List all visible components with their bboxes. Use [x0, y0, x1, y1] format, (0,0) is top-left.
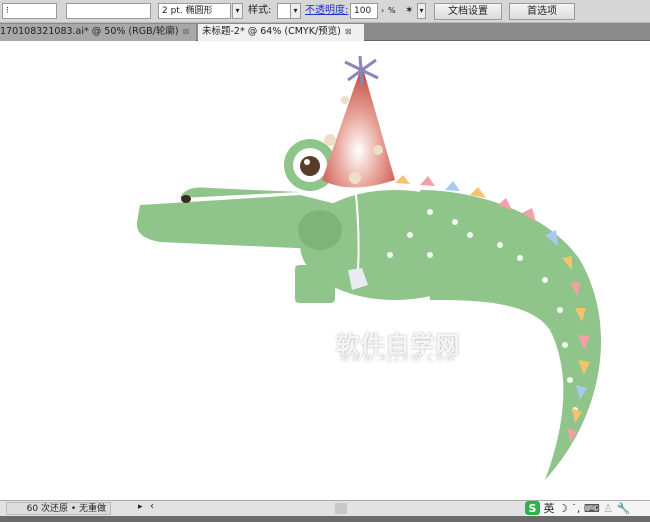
wrench-icon[interactable]: 🔧	[617, 502, 631, 515]
status-bar: 60 次还原 • 无重做 ▸ ‹ S 英 ☽ ˙, ⌨ ♙ 🔧	[0, 500, 650, 516]
ime-language[interactable]: 英	[544, 502, 555, 515]
chevron-down-icon[interactable]: ▾	[417, 3, 426, 19]
keyboard-icon[interactable]: ⌨	[584, 502, 600, 515]
preferences-button[interactable]: 首选项	[509, 3, 575, 20]
control-toolbar: ⁝ 2 pt. 椭圆形 ▾ 样式: ▾ 不透明度: 100 › % ✶ ▾ 文档…	[0, 0, 650, 23]
chevron-down-icon[interactable]: ▾	[290, 3, 301, 19]
close-icon[interactable]: ⊠	[345, 27, 352, 36]
tab-document-2[interactable]: 未标题-2* @ 64% (CMYK/预览) ⊠	[198, 24, 364, 41]
punctuation-icon[interactable]: ˙,	[571, 502, 580, 515]
moon-icon[interactable]: ☽	[558, 502, 568, 515]
watermark-url: WWW.RJZXW.COM	[339, 353, 457, 364]
stroke-select[interactable]	[66, 3, 151, 19]
window-bottom-edge	[0, 516, 650, 522]
tab-label: 未标题-2* @ 64% (CMYK/预览)	[202, 26, 341, 37]
fill-select[interactable]: ⁝	[2, 3, 57, 19]
scroll-left-icon[interactable]: ‹	[150, 501, 154, 512]
document-settings-button[interactable]: 文档设置	[434, 3, 502, 20]
document-tabs: 170108321083.ai* @ 50% (RGB/轮廓) ⊠ 未标题-2* …	[0, 23, 650, 41]
user-icon[interactable]: ♙	[603, 502, 613, 515]
opacity-link[interactable]: 不透明度:	[305, 4, 348, 18]
artboard-canvas[interactable]: 软件自学网 WWW.RJZXW.COM	[0, 41, 650, 500]
horizontal-scrollbar-thumb[interactable]	[335, 503, 347, 514]
crocodile-illustration	[136, 55, 602, 480]
style-label: 样式:	[248, 5, 272, 16]
tab-label: 170108321083.ai* @ 50% (RGB/轮廓)	[0, 26, 179, 37]
ime-toolbar: S 英 ☽ ˙, ⌨ ♙ 🔧	[525, 501, 650, 516]
opacity-arrow-icon[interactable]: ›	[381, 4, 384, 18]
undo-status: 60 次还原 • 无重做	[6, 502, 111, 515]
opacity-input[interactable]: 100	[350, 3, 378, 19]
style-select[interactable]	[277, 3, 291, 19]
chevron-down-icon[interactable]: ▾	[232, 3, 243, 19]
status-menu-arrow-icon[interactable]: ▸	[138, 502, 143, 512]
stroke-weight-select[interactable]: 2 pt. 椭圆形	[158, 3, 231, 19]
close-icon[interactable]: ⊠	[183, 27, 190, 36]
percent-label: %	[388, 6, 396, 15]
tab-document-1[interactable]: 170108321083.ai* @ 50% (RGB/轮廓) ⊠	[0, 24, 196, 41]
sparkle-brush-icon[interactable]: ✶	[405, 4, 413, 18]
sogou-logo-icon[interactable]: S	[525, 501, 540, 515]
